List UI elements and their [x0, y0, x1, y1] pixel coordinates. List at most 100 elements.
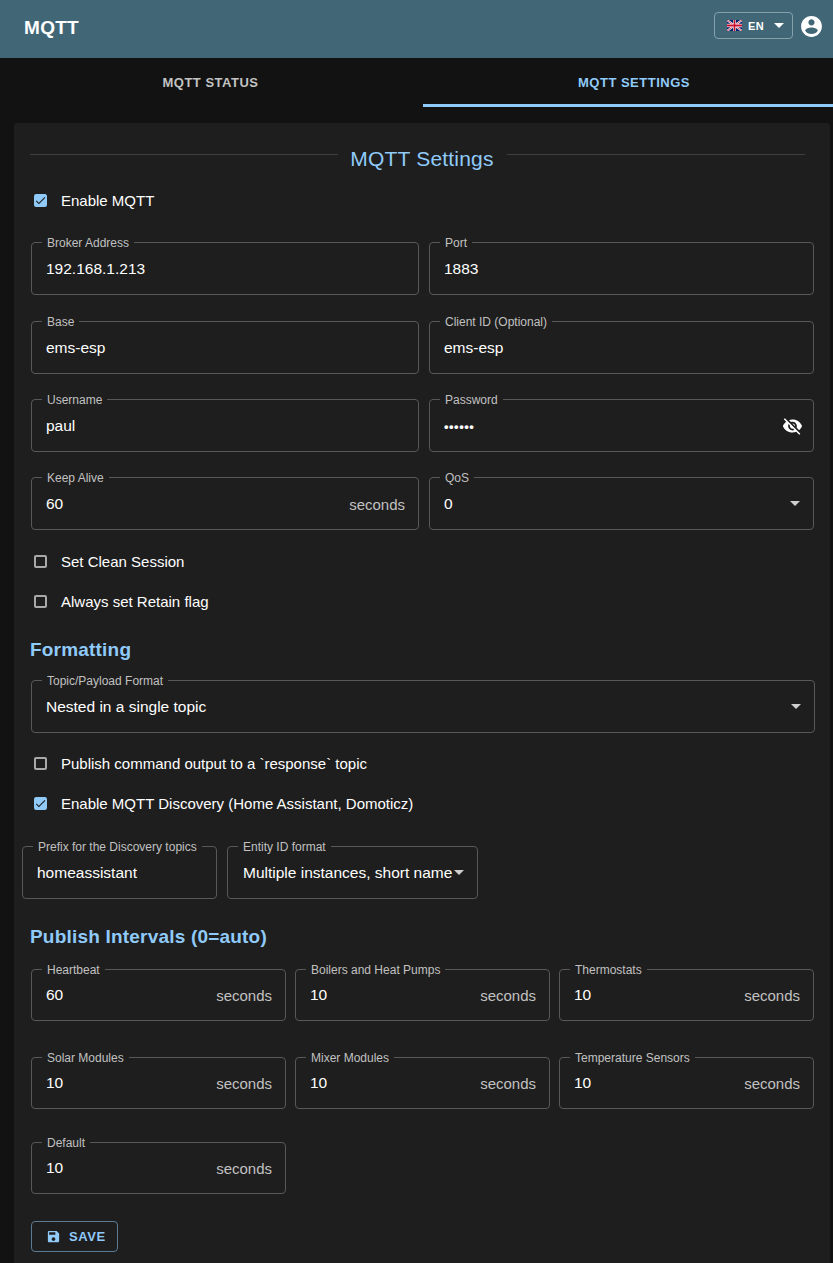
- dropdown-arrow-icon: [790, 501, 800, 506]
- clean-session-checkbox-row[interactable]: Set Clean Session: [34, 553, 184, 570]
- keep-alive-value: 60: [46, 495, 63, 513]
- base-field[interactable]: Base ems-esp: [31, 321, 419, 374]
- checkbox-checked-icon: [34, 194, 47, 207]
- keep-alive-label: Keep Alive: [42, 472, 109, 484]
- visibility-off-icon[interactable]: [782, 415, 803, 436]
- port-value: 1883: [444, 260, 478, 278]
- boilers-label: Boilers and Heat Pumps: [306, 964, 445, 976]
- default-interval-suffix: seconds: [216, 1160, 272, 1177]
- qos-select[interactable]: QoS 0: [429, 477, 814, 530]
- chevron-down-icon: [774, 23, 784, 28]
- entity-id-format-value: Multiple instances, short name: [243, 864, 452, 882]
- thermostats-field[interactable]: Thermostats 10 seconds: [559, 969, 814, 1021]
- qos-value: 0: [444, 495, 453, 513]
- default-interval-value: 10: [46, 1159, 63, 1177]
- enable-mqtt-checkbox-row[interactable]: Enable MQTT: [34, 192, 154, 209]
- retain-flag-checkbox-row[interactable]: Always set Retain flag: [34, 593, 209, 610]
- password-label: Password: [440, 394, 503, 406]
- discovery-label: Enable MQTT Discovery (Home Assistant, D…: [61, 795, 413, 812]
- publish-intervals-heading: Publish Intervals (0=auto): [30, 926, 267, 948]
- solar-modules-value: 10: [46, 1074, 63, 1092]
- thermostats-suffix: seconds: [744, 987, 800, 1004]
- solar-modules-field[interactable]: Solar Modules 10 seconds: [31, 1057, 286, 1109]
- username-value: paul: [46, 417, 75, 435]
- mixer-modules-suffix: seconds: [480, 1075, 536, 1092]
- discovery-prefix-label: Prefix for the Discovery topics: [33, 841, 202, 853]
- heartbeat-label: Heartbeat: [42, 964, 105, 976]
- default-interval-label: Default: [42, 1137, 90, 1149]
- checkbox-unchecked-icon: [34, 757, 47, 770]
- account-icon[interactable]: [799, 14, 824, 39]
- entity-id-format-label: Entity ID format: [238, 841, 331, 853]
- base-label: Base: [42, 316, 79, 328]
- mixer-modules-value: 10: [310, 1074, 327, 1092]
- active-tab-indicator: [423, 104, 833, 107]
- discovery-checkbox-row[interactable]: Enable MQTT Discovery (Home Assistant, D…: [34, 795, 413, 812]
- client-id-field[interactable]: Client ID (Optional) ems-esp: [429, 321, 814, 374]
- heartbeat-value: 60: [46, 986, 63, 1004]
- heartbeat-field[interactable]: Heartbeat 60 seconds: [31, 969, 286, 1021]
- temperature-sensors-field[interactable]: Temperature Sensors 10 seconds: [559, 1057, 814, 1109]
- broker-address-label: Broker Address: [42, 237, 134, 249]
- port-field[interactable]: Port 1883: [429, 242, 814, 295]
- settings-card: MQTT Settings Enable MQTT Broker Address…: [14, 123, 830, 1263]
- title-divider-right: [507, 154, 805, 155]
- password-value: ••••••: [444, 418, 474, 433]
- boilers-suffix: seconds: [480, 987, 536, 1004]
- checkbox-unchecked-icon: [34, 555, 47, 568]
- tab-mqtt-status[interactable]: MQTT STATUS: [0, 58, 421, 107]
- solar-modules-suffix: seconds: [216, 1075, 272, 1092]
- language-label: EN: [748, 20, 764, 32]
- keep-alive-field[interactable]: Keep Alive 60 seconds: [31, 477, 419, 530]
- uk-flag-icon: [727, 20, 742, 31]
- discovery-prefix-field[interactable]: Prefix for the Discovery topics homeassi…: [22, 846, 217, 899]
- temperature-sensors-suffix: seconds: [744, 1075, 800, 1092]
- app-header: MQTT EN: [0, 0, 833, 58]
- language-selector-button[interactable]: EN: [714, 12, 793, 39]
- checkbox-unchecked-icon: [34, 595, 47, 608]
- save-button[interactable]: SAVE: [31, 1221, 118, 1252]
- save-icon: [46, 1229, 61, 1244]
- temperature-sensors-label: Temperature Sensors: [570, 1052, 695, 1064]
- boilers-field[interactable]: Boilers and Heat Pumps 10 seconds: [295, 969, 550, 1021]
- client-id-value: ems-esp: [444, 339, 503, 357]
- broker-address-field[interactable]: Broker Address 192.168.1.213: [31, 242, 419, 295]
- response-topic-checkbox-row[interactable]: Publish command output to a `response` t…: [34, 755, 367, 772]
- checkbox-checked-icon: [34, 797, 47, 810]
- response-topic-label: Publish command output to a `response` t…: [61, 755, 367, 772]
- entity-id-format-select[interactable]: Entity ID format Multiple instances, sho…: [227, 846, 478, 899]
- mixer-modules-field[interactable]: Mixer Modules 10 seconds: [295, 1057, 550, 1109]
- broker-address-value: 192.168.1.213: [46, 260, 145, 278]
- username-label: Username: [42, 394, 107, 406]
- tab-bar: MQTT STATUS MQTT SETTINGS: [0, 58, 833, 107]
- keep-alive-suffix: seconds: [349, 495, 405, 512]
- save-button-label: SAVE: [69, 1229, 106, 1244]
- tab-mqtt-settings[interactable]: MQTT SETTINGS: [435, 58, 833, 107]
- retain-flag-label: Always set Retain flag: [61, 593, 209, 610]
- title-divider-left: [30, 154, 338, 155]
- topic-format-select[interactable]: Topic/Payload Format Nested in a single …: [31, 680, 815, 733]
- client-id-label: Client ID (Optional): [440, 316, 552, 328]
- default-interval-field[interactable]: Default 10 seconds: [31, 1142, 286, 1194]
- qos-label: QoS: [440, 472, 474, 484]
- mixer-modules-label: Mixer Modules: [306, 1052, 394, 1064]
- dropdown-arrow-icon: [791, 704, 801, 709]
- password-field[interactable]: Password ••••••: [429, 399, 814, 452]
- section-title: MQTT Settings: [14, 147, 830, 171]
- topic-format-value: Nested in a single topic: [46, 698, 206, 716]
- thermostats-value: 10: [574, 986, 591, 1004]
- discovery-prefix-value: homeassistant: [37, 864, 137, 882]
- temperature-sensors-value: 10: [574, 1074, 591, 1092]
- dropdown-arrow-icon: [454, 870, 464, 875]
- username-field[interactable]: Username paul: [31, 399, 419, 452]
- formatting-heading: Formatting: [30, 639, 131, 661]
- enable-mqtt-label: Enable MQTT: [61, 192, 154, 209]
- solar-modules-label: Solar Modules: [42, 1052, 129, 1064]
- topic-format-label: Topic/Payload Format: [42, 675, 168, 687]
- boilers-value: 10: [310, 986, 327, 1004]
- heartbeat-suffix: seconds: [216, 987, 272, 1004]
- port-label: Port: [440, 237, 472, 249]
- page-title: MQTT: [24, 17, 79, 39]
- clean-session-label: Set Clean Session: [61, 553, 184, 570]
- thermostats-label: Thermostats: [570, 964, 647, 976]
